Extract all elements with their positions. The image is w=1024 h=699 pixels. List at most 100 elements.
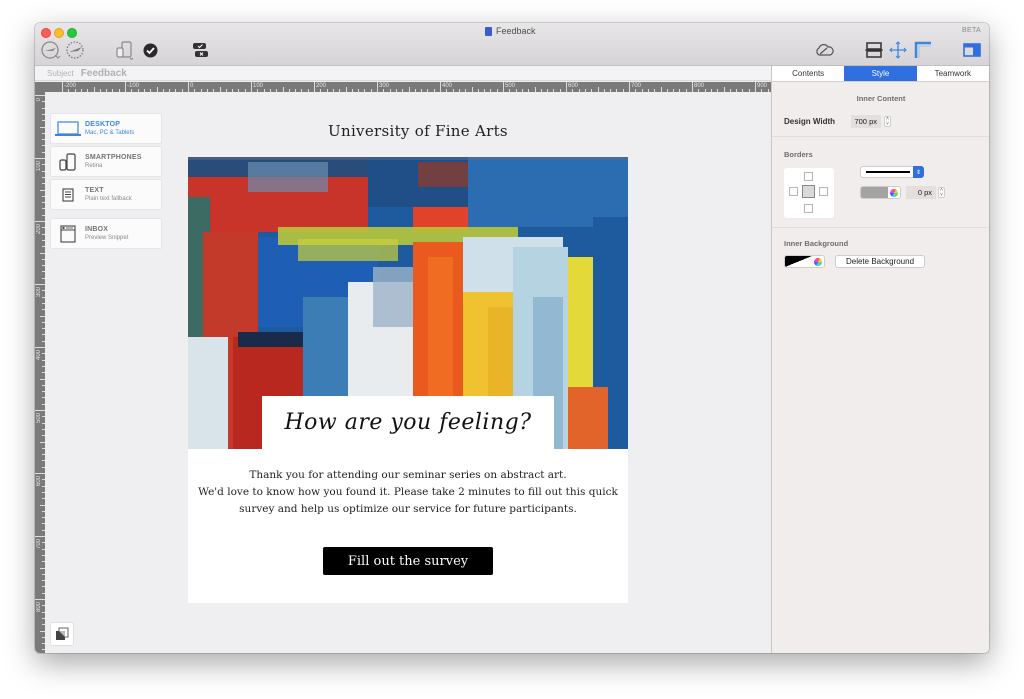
ruler-major-tick — [35, 536, 45, 537]
design-width-label: Design Width — [784, 117, 836, 126]
borders-title: Borders — [784, 150, 813, 159]
device-inbox[interactable]: INBOX Preview Snippet — [50, 218, 162, 249]
window-title: Feedback — [485, 26, 536, 36]
border-top-toggle[interactable] — [804, 172, 813, 181]
beta-badge: BETA — [962, 27, 981, 34]
color-wheel-icon — [812, 256, 824, 267]
subject-bar: Subject Feedback — [35, 66, 771, 81]
check-icon[interactable] — [141, 39, 159, 61]
border-width-stepper[interactable]: ˄ ˅ — [938, 187, 945, 198]
close-window-button[interactable] — [41, 28, 51, 38]
minimize-window-button[interactable] — [54, 28, 64, 38]
border-right-toggle[interactable] — [819, 187, 828, 196]
send-campaign-icon[interactable] — [64, 39, 86, 61]
editor-canvas: DESKTOP Mac, PC & Tablets SMARTPHONES Re… — [45, 92, 771, 653]
border-side-selector — [784, 168, 834, 218]
fill-survey-button[interactable]: Fill out the survey — [323, 547, 493, 575]
ruler-guide-icon[interactable] — [913, 39, 933, 61]
ruler-major-tick — [377, 82, 378, 92]
chevron-updown-icon: ⇕ — [913, 166, 924, 178]
text-document-icon — [51, 187, 85, 202]
ruler-label: 200 — [36, 224, 42, 235]
design-width-stepper[interactable]: ˄ ˅ — [884, 116, 891, 127]
ruler-major-tick — [629, 82, 630, 92]
design-width-input[interactable]: 700 px — [851, 115, 881, 128]
border-all-toggle[interactable] — [802, 185, 815, 198]
ruler-label: 600 — [36, 476, 42, 487]
email-body: Thank you for attending our seminar seri… — [188, 449, 628, 603]
ruler-label: 100 — [36, 161, 42, 172]
device-preview-icon[interactable] — [114, 39, 136, 61]
cloud-sync-icon[interactable] — [813, 39, 835, 61]
border-color-well[interactable] — [860, 186, 901, 199]
delete-background-button[interactable]: Delete Background — [835, 255, 925, 268]
inspector-panel: Contents Style Teamwork Inner Content De… — [771, 66, 989, 653]
color-wheel-icon — [888, 187, 900, 198]
ruler-major-tick — [503, 82, 504, 92]
tab-teamwork[interactable]: Teamwork — [917, 66, 989, 81]
tab-contents[interactable]: Contents — [772, 66, 844, 81]
ruler-major-tick — [35, 599, 45, 600]
border-color-swatch — [861, 187, 888, 198]
ruler-major-tick — [188, 82, 189, 92]
ruler-major-tick — [314, 82, 315, 92]
ruler-major-tick — [35, 347, 45, 348]
document-icon — [485, 26, 492, 36]
border-left-toggle[interactable] — [789, 187, 798, 196]
laptop-icon — [51, 120, 85, 137]
ruler-major-tick — [692, 82, 693, 92]
inspector-tabs: Contents Style Teamwork — [772, 66, 989, 82]
ruler-label: 500 — [36, 413, 42, 424]
no-color-swatch — [785, 256, 812, 267]
ruler-major-tick — [35, 95, 45, 96]
maximize-window-button[interactable] — [67, 28, 77, 38]
subject-input[interactable]: Feedback — [81, 68, 127, 79]
ruler-major-tick — [35, 158, 45, 159]
ruler-major-tick — [566, 82, 567, 92]
tab-style[interactable]: Style — [844, 66, 917, 81]
inner-content-title: Inner Content — [856, 94, 906, 103]
background-color-well[interactable] — [784, 255, 825, 268]
email-header-title[interactable]: University of Fine Arts — [198, 122, 638, 140]
inner-background-title: Inner Background — [784, 239, 849, 248]
border-width-input[interactable]: 0 px — [906, 186, 936, 199]
border-bottom-toggle[interactable] — [804, 204, 813, 213]
move-icon[interactable] — [888, 39, 908, 61]
ruler-major-tick — [125, 82, 126, 92]
vertical-ruler: 0 100 200 300 400 500 600 700 800 — [35, 92, 45, 653]
device-text[interactable]: TEXT Plain text fallback — [50, 179, 162, 210]
ruler-label: 300 — [36, 287, 42, 298]
ruler-major-tick — [251, 82, 252, 92]
ruler-major-tick — [62, 82, 63, 92]
solid-line-preview — [866, 171, 910, 173]
hero-heading[interactable]: How are you feeling? — [262, 396, 554, 449]
smartphone-icon — [51, 152, 85, 171]
ruler-major-tick — [35, 473, 45, 474]
ruler-label: 0 — [190, 83, 194, 89]
ruler-major-tick — [35, 410, 45, 411]
device-smartphones[interactable]: SMARTPHONES Retina — [50, 146, 162, 177]
app-window: Feedback BETA Subject Feedback -200 -100… — [35, 23, 989, 653]
comments-icon[interactable] — [189, 39, 211, 61]
body-text[interactable]: Thank you for attending our seminar seri… — [188, 467, 628, 518]
ruler-label: 700 — [36, 539, 42, 550]
device-desktop[interactable]: DESKTOP Mac, PC & Tablets — [50, 113, 162, 144]
divider — [772, 136, 989, 137]
toolbar: Feedback BETA — [35, 23, 989, 66]
border-style-select[interactable]: ⇕ — [860, 166, 924, 178]
ruler-major-tick — [440, 82, 441, 92]
ruler-label: 800 — [36, 602, 42, 613]
divider — [772, 227, 989, 228]
horizontal-ruler: -200 -100 0 100 200 300 400 500 600 700 800 900 — [35, 82, 771, 92]
layers-toggle-button[interactable] — [50, 622, 74, 646]
subject-label: Subject — [47, 68, 74, 78]
layers-icon — [56, 627, 69, 640]
inbox-window-icon — [51, 224, 85, 243]
layout-blocks-icon[interactable] — [864, 39, 884, 61]
ruler-major-tick — [35, 221, 45, 222]
ruler-major-tick — [755, 82, 756, 92]
ruler-major-tick — [35, 284, 45, 285]
sidebar-toggle-icon[interactable] — [962, 39, 982, 61]
send-test-icon[interactable] — [40, 39, 62, 61]
ruler-label: 400 — [36, 350, 42, 361]
